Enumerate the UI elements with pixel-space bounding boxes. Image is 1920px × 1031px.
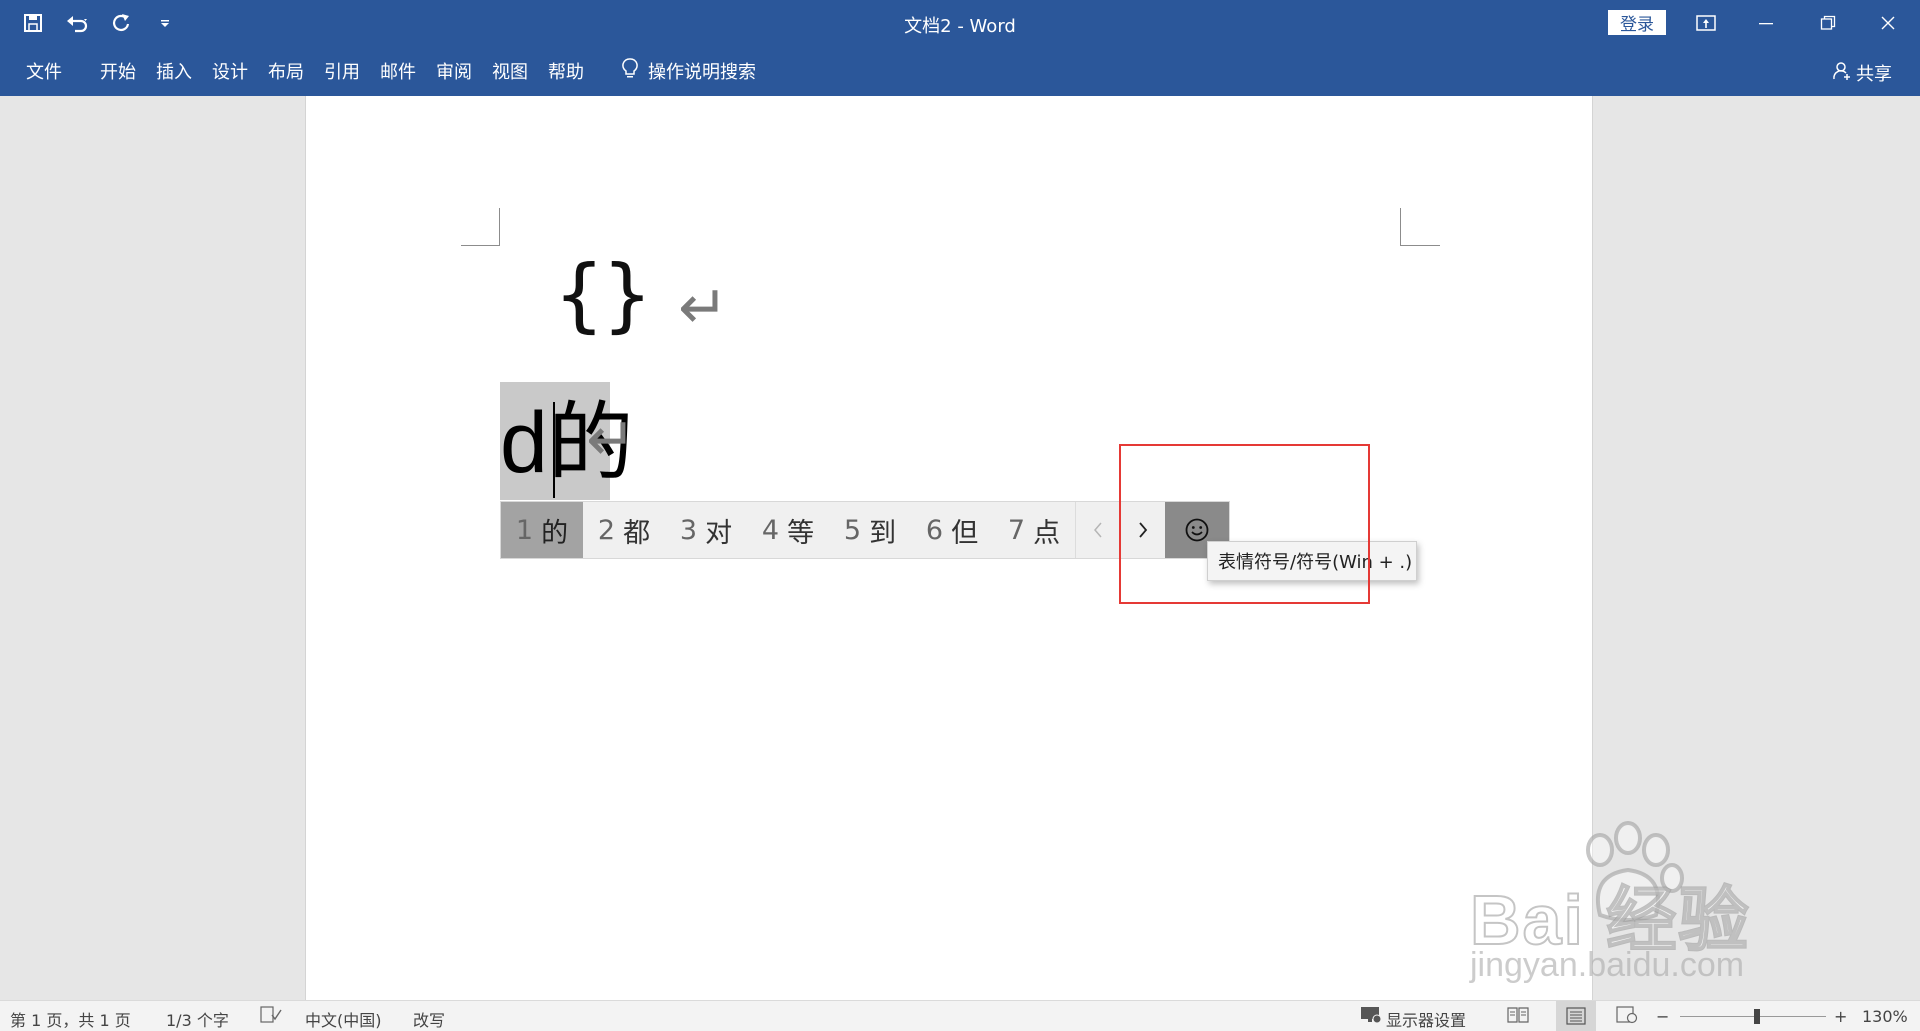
tab-design[interactable]: 设计 <box>202 58 258 84</box>
ime-candidate[interactable]: 6但 <box>911 502 993 558</box>
text-caret <box>553 402 555 498</box>
overtype-status[interactable]: 改写 <box>413 1007 445 1031</box>
login-button[interactable]: 登录 <box>1608 10 1666 35</box>
candidate-number: 7 <box>1007 514 1026 546</box>
minimize-icon[interactable] <box>1736 0 1796 46</box>
paragraph-mark-icon: ↵ <box>586 405 637 475</box>
tab-mailings[interactable]: 邮件 <box>370 58 426 84</box>
candidate-char: 的 <box>541 517 569 549</box>
candidate-char: 对 <box>705 517 733 549</box>
candidate-char: 等 <box>787 517 815 549</box>
ime-candidate[interactable]: 3对 <box>665 502 747 558</box>
chevron-left-icon <box>1094 522 1102 538</box>
tab-file[interactable]: 文件 <box>16 58 72 84</box>
zoom-level[interactable]: 130% <box>1862 1007 1908 1026</box>
baidu-jingyan-watermark: Bai 经验 jingyan.baidu.com <box>1469 820 1830 990</box>
candidate-char: 但 <box>951 517 979 549</box>
watermark-url: jingyan.baidu.com <box>1470 946 1745 984</box>
annotation-highlight-box <box>1119 444 1370 604</box>
read-mode-icon[interactable] <box>1507 1006 1529 1028</box>
person-icon <box>1832 61 1852 86</box>
candidate-char: 到 <box>869 517 897 549</box>
language-status[interactable]: 中文(中国) <box>305 1007 382 1031</box>
braces-text[interactable]: {} <box>555 255 651 335</box>
candidate-number: 6 <box>925 514 944 546</box>
close-icon[interactable] <box>1858 0 1918 46</box>
tell-me-search[interactable]: 操作说明搜索 <box>622 57 756 85</box>
tell-me-label: 操作说明搜索 <box>648 62 756 83</box>
zoom-slider-thumb[interactable] <box>1754 1009 1760 1024</box>
ime-candidate[interactable]: 5到 <box>829 502 911 558</box>
ime-prev-page-button[interactable] <box>1075 502 1120 558</box>
share-label: 共享 <box>1856 64 1892 85</box>
tab-help[interactable]: 帮助 <box>538 58 594 84</box>
ime-candidate[interactable]: 7点 <box>993 502 1075 558</box>
zoom-out-button[interactable]: − <box>1656 1007 1669 1026</box>
tab-insert[interactable]: 插入 <box>146 58 202 84</box>
display-settings-icon[interactable] <box>1360 1006 1382 1028</box>
tab-view[interactable]: 视图 <box>482 58 538 84</box>
share-button[interactable]: 共享 <box>1832 60 1892 86</box>
margin-corner-mark <box>461 208 500 246</box>
ime-candidate[interactable]: 4等 <box>747 502 829 558</box>
print-layout-icon[interactable] <box>1556 1001 1596 1031</box>
paragraph-mark-icon: ↵ <box>678 273 729 343</box>
candidate-number: 3 <box>679 514 698 546</box>
candidate-char: 都 <box>623 517 651 549</box>
lightbulb-icon <box>622 57 638 85</box>
restore-icon[interactable] <box>1798 0 1858 46</box>
title-bar: 文档2 - Word 登录 <box>0 0 1920 46</box>
ime-candidate[interactable]: 1的 <box>501 502 583 558</box>
ime-candidate[interactable]: 2都 <box>583 502 665 558</box>
margin-corner-mark <box>1400 208 1440 246</box>
display-settings-label[interactable]: 显示器设置 <box>1386 1007 1466 1031</box>
ribbon-display-options-icon[interactable] <box>1676 0 1736 46</box>
tab-review[interactable]: 审阅 <box>426 58 482 84</box>
candidate-number: 5 <box>843 514 862 546</box>
candidate-number: 1 <box>515 514 534 546</box>
zoom-in-button[interactable]: + <box>1834 1007 1847 1026</box>
tab-references[interactable]: 引用 <box>314 58 370 84</box>
zoom-slider-track[interactable] <box>1680 1016 1826 1017</box>
candidate-number: 4 <box>761 514 780 546</box>
proofing-icon[interactable] <box>260 1006 282 1028</box>
status-bar: 第 1 页，共 1 页 1/3 个字 中文(中国) 改写 显示器设置 − + 1… <box>0 1000 1920 1031</box>
word-count[interactable]: 1/3 个字 <box>166 1007 229 1031</box>
tab-layout[interactable]: 布局 <box>258 58 314 84</box>
page-count[interactable]: 第 1 页，共 1 页 <box>10 1007 131 1031</box>
candidate-char: 点 <box>1033 517 1061 549</box>
ribbon-tabs-bar: 文件 开始 插入 设计 布局 引用 邮件 审阅 视图 帮助 操作说明搜索 共享 <box>0 46 1920 96</box>
tab-home[interactable]: 开始 <box>90 58 146 84</box>
candidate-number: 2 <box>597 514 616 546</box>
web-layout-icon[interactable] <box>1616 1006 1638 1028</box>
